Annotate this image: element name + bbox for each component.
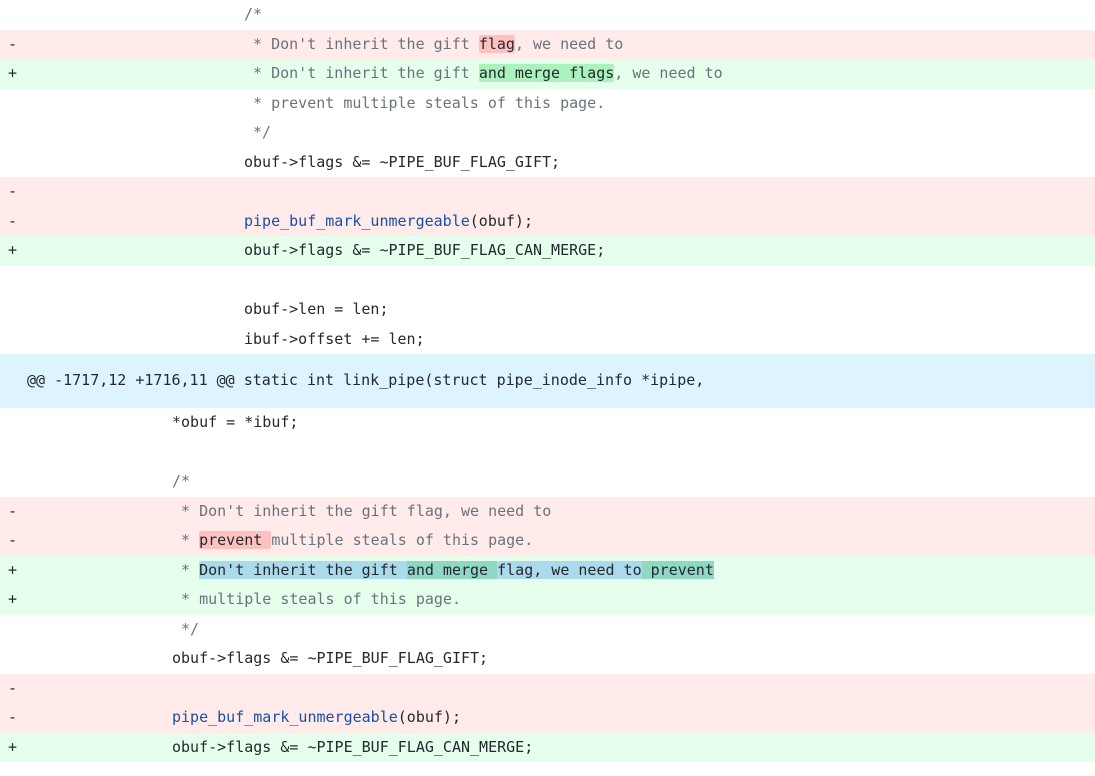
plus-marker: + (8, 560, 18, 579)
minus-marker: - (8, 678, 18, 697)
highlighted-change: prevent (641, 560, 714, 579)
highlighted-change: Don't inherit the gift (199, 560, 407, 579)
code-text: * Don't inherit the gift and merge flags… (244, 64, 723, 82)
plus-marker: + (8, 590, 18, 608)
highlighted-change: flag (478, 34, 515, 53)
context-line[interactable] (0, 266, 1095, 296)
deleted-line[interactable]: - pipe_buf_mark_unmergeable(obuf); (0, 703, 1095, 733)
context-line[interactable]: */ (0, 118, 1095, 148)
added-line[interactable]: + * multiple steals of this page. (0, 585, 1095, 615)
code-segment: */ (172, 619, 200, 638)
code-text: obuf->flags &= ~PIPE_BUF_FLAG_CAN_MERGE; (244, 241, 605, 259)
code-text: * Don't inherit the gift flag, we need t… (172, 502, 551, 520)
code-segment: * Don't inherit the gift flag, we need t… (172, 501, 552, 520)
code-segment: (obuf); (469, 211, 533, 230)
highlighted-change: and merge flags (478, 64, 615, 82)
code-segment: obuf->flags &= ~PIPE_BUF_FLAG_GIFT; (172, 649, 489, 667)
function-name: pipe_buf_mark_unmergeable (244, 211, 470, 230)
code-text: * prevent multiple steals of this page. (172, 531, 533, 549)
context-line[interactable]: ibuf->offset += len; (0, 325, 1095, 355)
hunk-header-text: @@ -1717,12 +1716,11 @@ static int link_… (27, 371, 705, 389)
code-segment: /* (244, 5, 263, 23)
highlighted-change: and merge (406, 560, 498, 579)
code-segment: * (172, 531, 200, 549)
context-line[interactable]: */ (0, 615, 1095, 645)
highlighted-change: flag, we need to (497, 560, 642, 579)
code-segment: ibuf->offset += len; (244, 329, 425, 348)
deleted-line[interactable]: - pipe_buf_mark_unmergeable(obuf); (0, 206, 1095, 236)
code-text: obuf->len = len; (244, 300, 389, 318)
code-segment: (obuf); (397, 708, 461, 726)
deleted-line[interactable]: - * Don't inherit the gift flag, we need… (0, 29, 1095, 59)
minus-marker: - (8, 501, 18, 520)
minus-marker: - (8, 211, 18, 230)
added-line[interactable]: + * Don't inherit the gift and merge fla… (0, 59, 1095, 89)
code-segment: , we need to (514, 34, 624, 53)
minus-marker: - (8, 34, 18, 53)
context-line[interactable]: /* (0, 467, 1095, 497)
code-text: obuf->flags &= ~PIPE_BUF_FLAG_GIFT; (244, 153, 560, 171)
code-segment: /* (172, 472, 191, 490)
minus-marker: - (8, 182, 18, 200)
code-segment: multiple steals of this page. (271, 531, 534, 549)
code-text: */ (244, 123, 271, 141)
code-text: *obuf = *ibuf; (172, 413, 298, 431)
minus-marker: - (8, 531, 18, 549)
context-line[interactable]: *obuf = *ibuf; (0, 408, 1095, 438)
plus-marker: + (8, 241, 18, 259)
code-text: /* (244, 5, 262, 23)
plus-marker: + (8, 64, 18, 82)
function-name: pipe_buf_mark_unmergeable (172, 708, 398, 726)
diff-view: /* - * Don't inherit the gift flag, we ne… (0, 0, 1095, 762)
code-text: /* (172, 472, 190, 490)
deleted-line[interactable]: - * prevent multiple steals of this page… (0, 526, 1095, 556)
added-line[interactable]: + * Don't inherit the gift and merge fla… (0, 555, 1095, 585)
context-line[interactable]: /* (0, 0, 1095, 30)
code-text: obuf->flags &= ~PIPE_BUF_FLAG_CAN_MERGE; (172, 738, 533, 756)
highlighted-change: prevent (199, 531, 272, 549)
added-line[interactable]: + obuf->flags &= ~PIPE_BUF_FLAG_CAN_MERGE… (0, 236, 1095, 266)
code-text: pipe_buf_mark_unmergeable(obuf); (244, 212, 533, 230)
code-segment: */ (244, 123, 272, 141)
code-segment: , we need to (614, 64, 723, 82)
context-line[interactable]: obuf->flags &= ~PIPE_BUF_FLAG_GIFT; (0, 644, 1095, 674)
code-text: * Don't inherit the gift flag, we need t… (244, 34, 624, 53)
hunk-header[interactable]: @@ -1717,12 +1716,11 @@ static int link_… (0, 354, 1095, 408)
code-segment: obuf->flags &= ~PIPE_BUF_FLAG_GIFT; (244, 152, 561, 171)
code-segment: * Don't inherit the gift (244, 34, 479, 53)
code-segment: obuf->flags &= ~PIPE_BUF_FLAG_CAN_MERGE; (244, 241, 606, 259)
code-text: * prevent multiple steals of this page. (244, 94, 605, 112)
code-segment: * (172, 560, 200, 579)
code-segment: * multiple steals of this page. (172, 590, 461, 608)
context-line[interactable]: * prevent multiple steals of this page. (0, 89, 1095, 119)
code-segment: * prevent multiple steals of this page. (244, 93, 606, 112)
minus-marker: - (8, 708, 18, 726)
code-text: * Don't inherit the gift and merge flag,… (172, 560, 714, 579)
code-segment: obuf->flags &= ~PIPE_BUF_FLAG_CAN_MERGE; (172, 737, 534, 756)
context-line[interactable]: obuf->len = len; (0, 295, 1095, 325)
plus-marker: + (8, 737, 18, 756)
deleted-line[interactable]: - (0, 673, 1095, 703)
code-text: * multiple steals of this page. (172, 590, 461, 608)
code-text: obuf->flags &= ~PIPE_BUF_FLAG_GIFT; (172, 649, 488, 667)
code-text: pipe_buf_mark_unmergeable(obuf); (172, 708, 461, 726)
code-segment: *obuf = *ibuf; (172, 413, 299, 431)
context-line[interactable] (0, 438, 1095, 468)
context-line[interactable]: obuf->flags &= ~PIPE_BUF_FLAG_GIFT; (0, 148, 1095, 178)
added-line[interactable]: + obuf->flags &= ~PIPE_BUF_FLAG_CAN_MERGE… (0, 732, 1095, 762)
deleted-line[interactable]: - (0, 177, 1095, 207)
code-segment: obuf->len = len; (244, 300, 389, 318)
code-text: ibuf->offset += len; (244, 330, 425, 348)
code-segment: * Don't inherit the gift (244, 64, 479, 82)
code-text: */ (172, 620, 199, 638)
deleted-line[interactable]: - * Don't inherit the gift flag, we need… (0, 496, 1095, 526)
